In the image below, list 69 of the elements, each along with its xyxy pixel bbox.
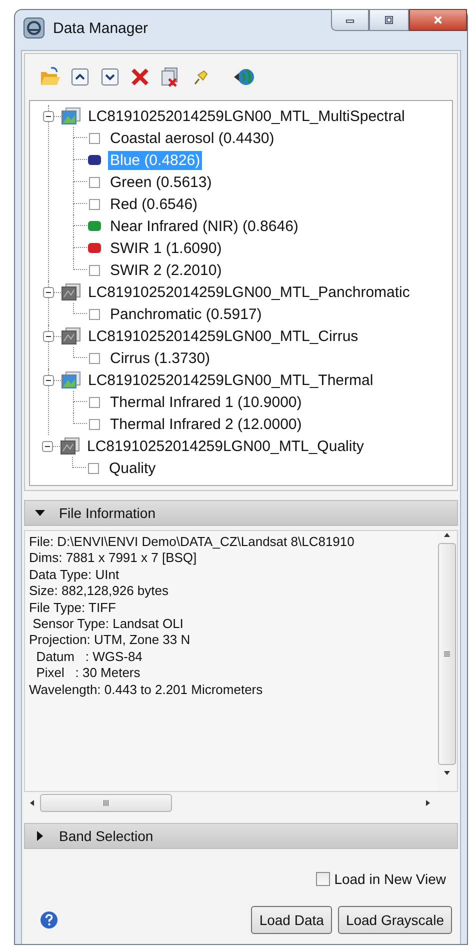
help-icon[interactable] <box>40 911 58 929</box>
checkbox[interactable] <box>89 264 100 276</box>
info-line: Projection: UTM, Zone 33 N <box>29 632 192 649</box>
info-line: File Type: TIFF <box>29 600 117 616</box>
band-label[interactable]: Thermal Infrared 2 (12.0000) <box>108 414 304 434</box>
collapse-toggle[interactable] <box>42 440 53 452</box>
checkbox[interactable] <box>89 176 100 188</box>
checkbox[interactable] <box>88 462 99 474</box>
dataset-label[interactable]: LC81910252014259LGN00_MTL_MultiSpectral <box>86 106 407 126</box>
band-label[interactable]: Coastal aerosol (0.4430) <box>108 128 276 148</box>
scroll-left-icon[interactable] <box>28 799 36 807</box>
window-title: Data Manager <box>53 20 150 36</box>
scrollbar-thumb[interactable] <box>438 543 456 765</box>
info-line: Data Type: UInt <box>29 566 120 584</box>
band-label[interactable]: Quality <box>107 458 158 478</box>
scrollbar-thumb[interactable] <box>40 794 172 812</box>
globe-icon[interactable] <box>233 66 255 88</box>
checkbox[interactable] <box>89 352 100 364</box>
collapse-toggle[interactable] <box>43 286 54 298</box>
scroll-down-icon[interactable] <box>443 769 451 777</box>
info-line: File: D:\ENVI\ENVI Demo\DATA_CZ\Landsat 8\LC81910 <box>29 534 356 550</box>
scroll-right-icon[interactable] <box>424 799 432 807</box>
dataset-label[interactable]: LC81910252014259LGN00_MTL_Thermal <box>86 370 376 390</box>
scroll-up-icon[interactable] <box>443 531 451 539</box>
section-title: File Information <box>59 505 156 521</box>
band-label[interactable]: Red (0.6546) <box>108 194 200 214</box>
collapse-toggle[interactable] <box>43 374 54 386</box>
dataset-label[interactable]: LC81910252014259LGN00_MTL_Panchromatic <box>86 282 412 302</box>
action-button[interactable]: Load Data <box>251 906 332 934</box>
band-label[interactable]: Thermal Infrared 1 (10.9000) <box>108 392 304 412</box>
dataset-icon <box>61 371 81 389</box>
band-label[interactable]: Green (0.5613) <box>108 172 214 192</box>
checkbox[interactable] <box>89 396 100 408</box>
maximize-icon[interactable] <box>385 16 393 24</box>
collapse-toggle[interactable] <box>43 330 54 342</box>
action-button[interactable]: Load Grayscale <box>338 906 452 934</box>
delete-icon[interactable] <box>129 66 151 88</box>
section-title: Band Selection <box>59 828 154 844</box>
dataset-icon <box>61 107 81 125</box>
checkbox[interactable] <box>316 872 330 886</box>
info-line: Datum : WGS-84 <box>35 648 144 666</box>
collapse-toggle[interactable] <box>43 110 54 122</box>
checkbox[interactable] <box>89 308 100 320</box>
info-line: Pixel : 30 Meters <box>35 665 142 682</box>
band-label[interactable]: Near Infrared (NIR) (0.8646) <box>108 216 300 236</box>
app-icon <box>23 17 45 39</box>
up-arrow-icon[interactable] <box>69 66 91 88</box>
band-label[interactable]: SWIR 2 (2.2010) <box>108 260 224 280</box>
info-line: Sensor Type: Landsat OLI <box>32 616 184 632</box>
info-line: Size: 882,128,926 bytes <box>29 583 170 600</box>
checkbox[interactable] <box>89 132 100 144</box>
open-folder-icon[interactable] <box>39 66 61 88</box>
band-label[interactable]: Panchromatic (0.5917) <box>108 304 264 324</box>
section-header[interactable]: Band Selection <box>24 823 458 849</box>
section-header[interactable]: File Information <box>24 500 458 526</box>
band-label[interactable]: Cirrus (1.3730) <box>108 348 212 368</box>
info-line: Dims: 7881 x 7991 x 7 [BSQ] <box>29 550 198 567</box>
checkbox-label: Load in New View <box>334 871 446 887</box>
down-arrow-icon[interactable] <box>99 66 121 88</box>
info-line: Wavelength: 0.443 to 2.201 Micrometers <box>29 682 264 698</box>
checkbox[interactable] <box>89 418 100 430</box>
band-label[interactable]: SWIR 1 (1.6090) <box>108 238 224 258</box>
dataset-label[interactable]: LC81910252014259LGN00_MTL_Quality <box>85 436 366 456</box>
close-icon[interactable] <box>434 16 442 24</box>
close-button[interactable] <box>409 9 467 31</box>
maximize-button[interactable] <box>369 9 409 31</box>
checkbox[interactable] <box>89 198 100 210</box>
minimize-button[interactable] <box>331 9 369 31</box>
dataset-label[interactable]: LC81910252014259LGN00_MTL_Cirrus <box>86 326 360 346</box>
